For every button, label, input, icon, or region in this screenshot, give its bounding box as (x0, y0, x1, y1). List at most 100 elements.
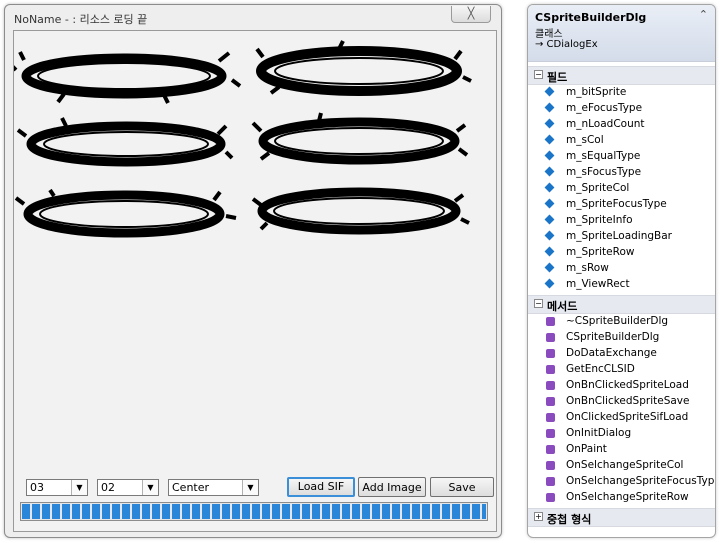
field-item[interactable]: m_SpriteLoadingBar (528, 229, 715, 245)
field-icon (544, 230, 555, 241)
field-icon (544, 150, 555, 161)
method-item[interactable]: OnBnClickedSpriteLoad (528, 378, 715, 394)
method-item[interactable]: OnClickedSpriteSifLoad (528, 410, 715, 426)
class-view-panel: CSpriteBuilderDlg 클래스 → CDialogEx ⌃ − 필드 m… (527, 4, 716, 538)
field-item[interactable]: m_SpriteRow (528, 245, 715, 261)
chevron-down-icon[interactable]: ▼ (142, 480, 158, 495)
method-item[interactable]: OnBnClickedSpriteSave (528, 394, 715, 410)
field-item[interactable]: m_SpriteCol (528, 181, 715, 197)
field-name: m_bitSprite (566, 86, 627, 98)
field-item[interactable]: m_sRow (528, 261, 715, 277)
collapse-icon[interactable]: − (534, 299, 543, 308)
method-icon (546, 381, 555, 390)
method-name: OnBnClickedSpriteLoad (566, 379, 689, 391)
field-item[interactable]: m_sCol (528, 133, 715, 149)
field-item[interactable]: m_SpriteInfo (528, 213, 715, 229)
method-name: OnSelchangeSpriteRow (566, 491, 689, 503)
method-icon (546, 333, 555, 342)
sprite-canvas[interactable]: 03 ▼ 02 ▼ Center ▼ Load SIF Add Image Sa… (13, 30, 497, 532)
field-icon (544, 86, 555, 97)
chevron-down-icon[interactable]: ▼ (242, 480, 258, 495)
method-name: OnSelchangeSpriteCol (566, 459, 684, 471)
class-kind: 클래스 (535, 29, 563, 40)
method-icon (546, 349, 555, 358)
base-class: → CDialogEx (535, 39, 598, 50)
method-item[interactable]: OnPaint (528, 442, 715, 458)
sprite-frame (251, 112, 469, 165)
fields-section-header[interactable]: − 필드 (528, 66, 715, 85)
field-item[interactable]: m_bitSprite (528, 85, 715, 101)
expand-icon[interactable]: + (534, 512, 543, 521)
fields-section-header-label: 필드 (547, 71, 568, 84)
sprite-builder-dialog: NoName - : 리소스 로딩 끝 ╳ 03 ▼ 02 ▼ Center ▼… (4, 4, 502, 538)
method-name: OnInitDialog (566, 427, 632, 439)
save-button[interactable]: Save (430, 477, 494, 497)
column-combo-value: 03 (30, 481, 44, 494)
field-name: m_SpriteRow (566, 246, 635, 258)
field-icon (544, 262, 555, 273)
field-name: m_SpriteLoadingBar (566, 230, 672, 242)
field-icon (544, 166, 555, 177)
field-icon (544, 278, 555, 289)
method-item[interactable]: OnSelchangeSpriteRow (528, 490, 715, 506)
field-name: m_ViewRect (566, 278, 630, 290)
sprite-frame (14, 51, 242, 104)
dialog-title: NoName - : 리소스 로딩 끝 (14, 13, 148, 26)
nested-types-section-header[interactable]: + 중첩 형식 (528, 508, 715, 527)
field-name: m_SpriteCol (566, 182, 630, 194)
method-icon (546, 445, 555, 454)
column-combo[interactable]: 03 ▼ (26, 479, 88, 496)
field-name: m_sRow (566, 262, 609, 274)
field-icon (544, 182, 555, 193)
method-item[interactable]: ~CSpriteBuilderDlg (528, 314, 715, 330)
field-name: m_sEqualType (566, 150, 641, 162)
add-image-button[interactable]: Add Image (358, 477, 426, 497)
collapse-icon[interactable]: − (534, 70, 543, 79)
method-item[interactable]: OnSelchangeSpriteFocusType (528, 474, 715, 490)
methods-section-header-label: 메서드 (547, 300, 578, 313)
method-icon (546, 429, 555, 438)
chevron-double-up-icon[interactable]: ⌃ (699, 8, 708, 21)
close-button[interactable]: ╳ (451, 6, 491, 23)
method-icon (546, 493, 555, 502)
field-icon (544, 118, 555, 129)
field-name: m_sCol (566, 134, 604, 146)
method-name: OnClickedSpriteSifLoad (566, 411, 689, 423)
sprite-preview (14, 40, 472, 238)
method-item[interactable]: GetEncCLSID (528, 362, 715, 378)
field-icon (544, 246, 555, 257)
method-name: OnSelchangeSpriteFocusType (566, 475, 716, 487)
field-item[interactable]: m_SpriteFocusType (528, 197, 715, 213)
field-item[interactable]: m_sEqualType (528, 149, 715, 165)
row-combo[interactable]: 02 ▼ (97, 479, 159, 496)
field-item[interactable]: m_sFocusType (528, 165, 715, 181)
field-name: m_eFocusType (566, 102, 643, 114)
field-item[interactable]: m_nLoadCount (528, 117, 715, 133)
method-icon (546, 317, 555, 326)
field-icon (544, 214, 555, 225)
method-name: ~CSpriteBuilderDlg (566, 315, 669, 327)
sprite-frame (16, 117, 234, 167)
method-item[interactable]: DoDataExchange (528, 346, 715, 362)
field-name: m_sFocusType (566, 166, 642, 178)
method-item[interactable]: OnSelchangeSpriteCol (528, 458, 715, 474)
field-item[interactable]: m_ViewRect (528, 277, 715, 293)
method-name: OnPaint (566, 443, 607, 455)
field-item[interactable]: m_eFocusType (528, 101, 715, 117)
methods-section-header[interactable]: − 메서드 (528, 295, 715, 314)
method-item[interactable]: OnInitDialog (528, 426, 715, 442)
chevron-down-icon[interactable]: ▼ (71, 480, 87, 495)
focus-type-combo[interactable]: Center ▼ (168, 479, 259, 496)
field-name: m_SpriteFocusType (566, 198, 667, 210)
field-icon (544, 102, 555, 113)
focus-type-combo-value: Center (172, 481, 210, 494)
field-icon (544, 198, 555, 209)
field-name: m_SpriteInfo (566, 214, 633, 226)
method-icon (546, 477, 555, 486)
method-item[interactable]: CSpriteBuilderDlg (528, 330, 715, 346)
method-icon (546, 461, 555, 470)
method-name: OnBnClickedSpriteSave (566, 395, 690, 407)
method-name: CSpriteBuilderDlg (566, 331, 660, 343)
method-icon (546, 413, 555, 422)
load-sif-button[interactable]: Load SIF (287, 477, 355, 497)
